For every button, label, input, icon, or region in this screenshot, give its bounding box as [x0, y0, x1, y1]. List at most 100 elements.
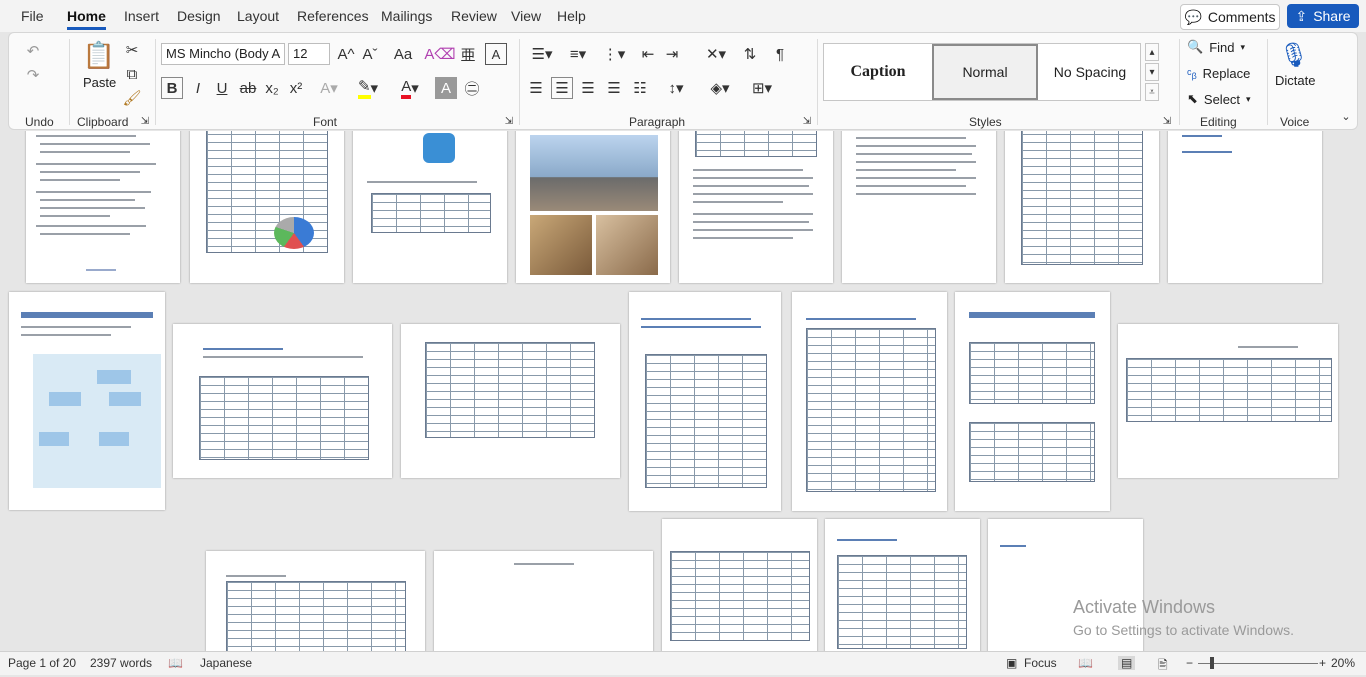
document-page[interactable]	[679, 131, 833, 283]
print-layout-icon[interactable]: ▤	[1118, 656, 1136, 670]
show-marks-icon[interactable]: ¶	[769, 43, 791, 65]
tab-file[interactable]: File	[21, 8, 44, 24]
comments-button[interactable]: 💬 Comments	[1180, 4, 1280, 30]
tab-home[interactable]: Home	[67, 8, 106, 30]
sort-icon[interactable]: ⇅	[739, 43, 761, 65]
document-page[interactable]	[955, 292, 1110, 511]
dialog-launcher-icon[interactable]: ⇲	[801, 115, 813, 127]
dialog-launcher-icon[interactable]: ⇲	[1161, 115, 1173, 127]
language-indicator[interactable]: Japanese	[200, 656, 252, 670]
increase-indent-icon[interactable]: ⇥	[661, 43, 683, 65]
asian-layout-icon[interactable]: ✕▾	[699, 43, 733, 65]
dialog-launcher-icon[interactable]: ⇲	[139, 115, 151, 127]
align-center-icon[interactable]: ☰	[551, 77, 573, 99]
style-normal[interactable]: Normal	[932, 44, 1038, 100]
focus-icon[interactable]: ▣	[1006, 656, 1017, 670]
document-page[interactable]	[1118, 324, 1338, 478]
document-page[interactable]	[353, 131, 507, 283]
decrease-indent-icon[interactable]: ⇤	[637, 43, 659, 65]
grow-font-icon[interactable]: A^	[335, 43, 357, 65]
highlight-icon[interactable]: ✎ ▾	[351, 77, 385, 99]
tab-references[interactable]: References	[297, 8, 369, 24]
document-page[interactable]	[9, 292, 165, 510]
font-color-icon[interactable]: A ▾	[393, 77, 427, 99]
zoom-slider[interactable]	[1198, 663, 1318, 664]
distributed-icon[interactable]: ☷	[629, 77, 651, 99]
document-page[interactable]	[434, 551, 653, 651]
strikethrough-icon[interactable]: ab	[237, 77, 259, 99]
document-area[interactable]	[0, 131, 1366, 651]
document-page[interactable]	[206, 551, 425, 651]
font-name-select[interactable]: MS Mincho (Body A	[161, 43, 285, 65]
document-page[interactable]	[516, 131, 670, 283]
zoom-slider-thumb[interactable]	[1210, 657, 1214, 669]
italic-icon[interactable]: I	[187, 77, 209, 99]
style-no-spacing[interactable]: No Spacing	[1038, 44, 1142, 100]
align-left-icon[interactable]: ☰	[525, 77, 547, 99]
document-page[interactable]	[842, 131, 996, 283]
paste-button[interactable]: Paste	[83, 75, 116, 90]
document-page[interactable]	[26, 131, 180, 283]
document-page[interactable]	[1005, 131, 1159, 283]
shrink-font-icon[interactable]: Aˇ	[359, 43, 381, 65]
zoom-in-icon[interactable]: +	[1319, 656, 1326, 670]
undo-icon[interactable]: ↶	[21, 39, 45, 63]
font-size-select[interactable]: 12	[288, 43, 330, 65]
document-page[interactable]	[825, 519, 980, 651]
microphone-icon[interactable]: 🎙	[1279, 39, 1309, 71]
document-page[interactable]	[629, 292, 781, 511]
zoom-out-icon[interactable]: −	[1186, 656, 1193, 670]
tab-layout[interactable]: Layout	[237, 8, 279, 24]
document-page[interactable]	[190, 131, 344, 283]
read-mode-icon[interactable]: 📖	[1078, 656, 1093, 670]
collapse-ribbon-icon[interactable]: ⌄	[1339, 109, 1353, 123]
tab-mailings[interactable]: Mailings	[381, 8, 432, 24]
format-painter-icon[interactable]: 🖌	[121, 87, 143, 109]
superscript-icon[interactable]: x²	[285, 77, 307, 99]
line-spacing-icon[interactable]: ↕▾	[659, 77, 693, 99]
subscript-icon[interactable]: x₂	[261, 77, 283, 99]
zoom-level[interactable]: 20%	[1331, 656, 1355, 670]
bold-icon[interactable]: B	[161, 77, 183, 99]
text-effects-icon[interactable]: A▾	[315, 77, 343, 99]
proofing-icon[interactable]: 📖	[168, 656, 183, 670]
dialog-launcher-icon[interactable]: ⇲	[503, 115, 515, 127]
tab-insert[interactable]: Insert	[124, 8, 159, 24]
borders-icon[interactable]: ⊞▾	[745, 77, 779, 99]
tab-design[interactable]: Design	[177, 8, 221, 24]
justify-icon[interactable]: ☰	[603, 77, 625, 99]
copy-icon[interactable]: ⧉	[121, 63, 143, 85]
document-page[interactable]	[662, 519, 817, 651]
document-page[interactable]	[792, 292, 947, 511]
change-case-icon[interactable]: Aa	[389, 43, 417, 65]
underline-icon[interactable]: U	[211, 77, 233, 99]
document-page[interactable]	[1168, 131, 1322, 283]
focus-button[interactable]: Focus	[1024, 656, 1057, 670]
align-right-icon[interactable]: ☰	[577, 77, 599, 99]
cut-icon[interactable]: ✂	[121, 39, 143, 61]
select-button[interactable]: ⬉ Select ▾	[1187, 91, 1251, 107]
enclose-characters-icon[interactable]: ㊁	[461, 77, 483, 99]
tab-view[interactable]: View	[511, 8, 541, 24]
dictate-button[interactable]: Dictate	[1275, 73, 1315, 88]
numbering-icon[interactable]: ≡▾	[561, 43, 595, 65]
shading-icon[interactable]: ◈▾	[703, 77, 737, 99]
tab-review[interactable]: Review	[451, 8, 497, 24]
document-page[interactable]	[173, 324, 392, 478]
replace-button[interactable]: ᶜᵦ Replace	[1187, 66, 1250, 81]
tab-help[interactable]: Help	[557, 8, 586, 24]
style-caption[interactable]: Caption	[824, 44, 932, 100]
multilevel-list-icon[interactable]: ⋮▾	[597, 43, 631, 65]
styles-down-icon[interactable]: ▾	[1145, 63, 1159, 81]
paste-icon[interactable]: 📋	[83, 39, 115, 71]
phonetic-guide-icon[interactable]: 亜	[457, 43, 479, 65]
word-count[interactable]: 2397 words	[90, 656, 152, 670]
share-button[interactable]: ⇪ Share	[1287, 4, 1359, 28]
redo-icon[interactable]: ↷	[21, 63, 45, 87]
styles-more-icon[interactable]: ⩡	[1145, 83, 1159, 101]
find-button[interactable]: 🔍 Find ▾	[1187, 39, 1245, 55]
document-page[interactable]	[401, 324, 620, 478]
page-count[interactable]: Page 1 of 20	[8, 656, 76, 670]
bullets-icon[interactable]: ☰▾	[525, 43, 559, 65]
styles-up-icon[interactable]: ▴	[1145, 43, 1159, 61]
